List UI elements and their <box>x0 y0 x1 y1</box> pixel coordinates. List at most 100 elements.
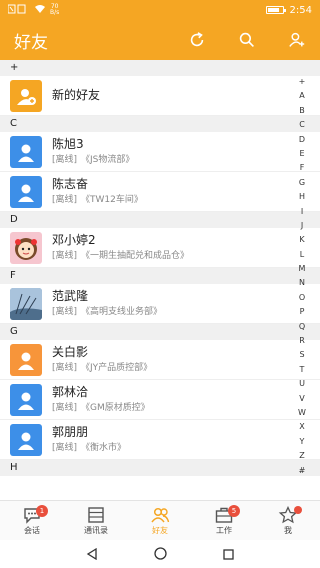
network-speed: 70 B/s <box>50 3 60 16</box>
friends-icon <box>149 505 171 525</box>
tab-label: 工作 <box>216 526 232 535</box>
contact-name: 范武隆 <box>52 288 89 303</box>
index-letter[interactable]: # <box>299 464 306 478</box>
contact-name: 郭林洽 <box>52 384 89 399</box>
contact-status: [离线] <box>52 362 78 373</box>
index-letter[interactable]: Y <box>300 435 305 449</box>
tab-label: 我 <box>284 526 292 535</box>
new-friends-item[interactable]: 新的好友 <box>0 76 320 116</box>
contact-name: 新的好友 <box>52 88 101 102</box>
user-avatar-icon <box>10 135 42 168</box>
contact-department: 《衡水市》 <box>81 442 127 453</box>
search-icon[interactable] <box>236 29 258 51</box>
friend-list[interactable]: + 新的好友 C 陈旭3 [离线] 《JS物流部》 陈志奋 [离线] 《TW12车间… <box>0 60 320 500</box>
contact-item[interactable]: 邓小婷2 [离线] 《一期生抽配兑和成品仓》 <box>0 228 320 268</box>
index-letter[interactable]: H <box>299 190 305 204</box>
index-letter[interactable]: E <box>299 147 304 161</box>
alphabet-index[interactable]: + A B C D E F G H I J K L M N O P Q R S T U V W X Y Z # <box>296 75 308 478</box>
index-letter[interactable]: F <box>300 161 305 175</box>
add-friend-icon[interactable] <box>286 29 308 51</box>
battery-icon <box>265 6 286 14</box>
contact-item[interactable]: 郭朋朋 [离线] 《衡水市》 <box>0 420 320 460</box>
index-letter[interactable]: C <box>299 118 305 132</box>
cartoon-avatar-icon <box>10 231 42 264</box>
contact-status: [离线] <box>52 402 78 413</box>
contact-status: [离线] <box>52 306 78 317</box>
tab-work[interactable]: 工作 5 <box>192 501 256 540</box>
contact-department: 《高明支线业务部》 <box>81 306 163 317</box>
contact-department: 《TW12车间》 <box>81 194 143 205</box>
tab-friends[interactable]: 好友 <box>128 501 192 540</box>
index-letter[interactable]: D <box>299 133 305 147</box>
index-letter[interactable]: K <box>299 233 304 247</box>
contact-name: 郭朋朋 <box>52 424 89 439</box>
contact-item[interactable]: 郭林洽 [离线] 《GM原材质控》 <box>0 380 320 420</box>
wifi-icon <box>35 4 45 16</box>
notification-dot <box>294 506 302 514</box>
contact-name: 陈旭3 <box>52 136 84 151</box>
contact-department: 《JS物流部》 <box>81 154 135 165</box>
section-header: H <box>0 460 320 476</box>
index-letter[interactable]: L <box>300 248 304 262</box>
index-letter[interactable]: B <box>299 104 305 118</box>
contact-status: [离线] <box>52 250 78 261</box>
section-header: + <box>0 60 320 76</box>
index-letter[interactable]: I <box>301 205 303 219</box>
unread-badge: 5 <box>228 505 240 517</box>
section-header: C <box>0 116 320 132</box>
index-letter[interactable]: M <box>299 262 306 276</box>
user-avatar-icon <box>10 383 42 416</box>
index-letter[interactable]: Q <box>299 320 305 334</box>
index-letter[interactable]: V <box>299 392 304 406</box>
index-letter[interactable]: G <box>299 176 305 190</box>
user-avatar-icon <box>10 343 42 376</box>
photo-avatar-icon <box>10 287 42 320</box>
contact-status: [离线] <box>52 154 78 165</box>
home-icon[interactable] <box>154 545 167 564</box>
unread-badge: 1 <box>36 505 48 517</box>
contact-item[interactable]: 范武隆 [离线] 《高明支线业务部》 <box>0 284 320 324</box>
contact-department: 《一期生抽配兑和成品仓》 <box>81 250 190 261</box>
index-letter[interactable]: R <box>299 334 305 348</box>
contact-status: [离线] <box>52 442 78 453</box>
section-header: F <box>0 268 320 284</box>
tab-label: 通讯录 <box>84 526 108 535</box>
tab-contacts[interactable]: 通讯录 <box>64 501 128 540</box>
system-nav-bar <box>0 540 320 568</box>
index-letter[interactable]: N <box>299 276 305 290</box>
contact-status: [离线] <box>52 194 78 205</box>
index-letter[interactable]: S <box>299 348 304 362</box>
sim-signal-icon <box>7 4 30 17</box>
recents-icon[interactable] <box>223 545 234 564</box>
contact-department: 《GM原材质控》 <box>81 402 150 413</box>
refresh-icon[interactable] <box>186 29 208 51</box>
index-letter[interactable]: P <box>300 305 305 319</box>
new-friend-avatar-icon <box>10 79 42 112</box>
section-header: D <box>0 212 320 228</box>
contact-item[interactable]: 陈旭3 [离线] 《JS物流部》 <box>0 132 320 172</box>
index-letter[interactable]: U <box>299 377 305 391</box>
index-letter[interactable]: Z <box>299 449 304 463</box>
index-letter[interactable]: A <box>299 89 304 103</box>
bottom-tab-bar: 会话 1 通讯录 好友 工作 5 我 <box>0 500 320 540</box>
index-letter[interactable]: J <box>301 219 303 233</box>
tab-chat[interactable]: 会话 1 <box>0 501 64 540</box>
tab-label: 会话 <box>24 526 40 535</box>
contact-item[interactable]: 陈志奋 [离线] 《TW12车间》 <box>0 172 320 212</box>
section-header: G <box>0 324 320 340</box>
contact-name: 陈志奋 <box>52 176 89 191</box>
index-letter[interactable]: W <box>298 406 306 420</box>
contact-name: 邓小婷2 <box>52 232 96 247</box>
contact-name: 关白影 <box>52 344 89 359</box>
clock: 2:54 <box>289 4 312 16</box>
tab-me[interactable]: 我 <box>256 501 320 540</box>
index-letter[interactable]: O <box>299 291 305 305</box>
contact-department: 《JY产品质控部》 <box>81 362 153 373</box>
index-letter[interactable]: T <box>300 363 305 377</box>
list-icon <box>85 505 107 525</box>
index-letter[interactable]: + <box>299 75 306 89</box>
back-icon[interactable] <box>86 545 98 564</box>
index-letter[interactable]: X <box>299 420 304 434</box>
user-avatar-icon <box>10 423 42 456</box>
contact-item[interactable]: 关白影 [离线] 《JY产品质控部》 <box>0 340 320 380</box>
